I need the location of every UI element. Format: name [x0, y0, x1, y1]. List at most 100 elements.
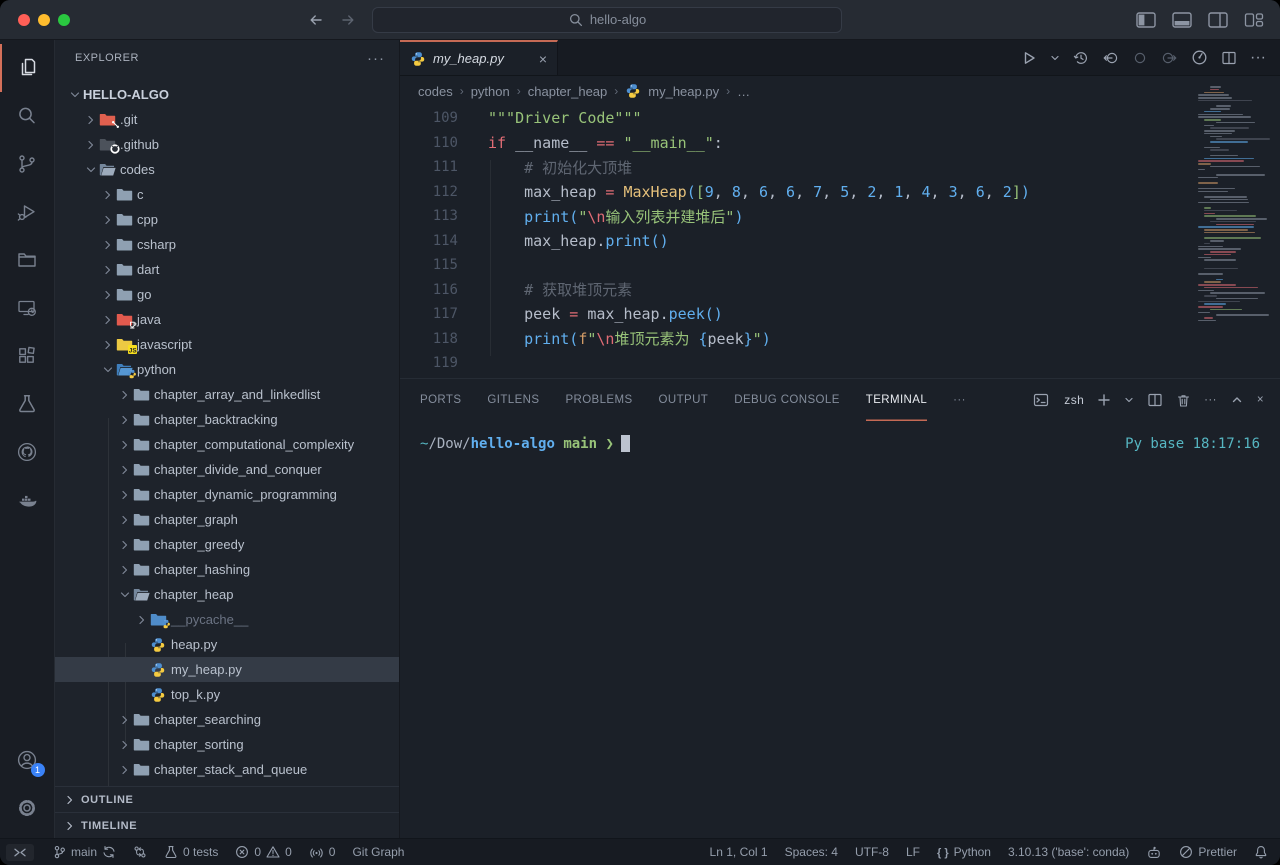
- tree-item-javascript[interactable]: JSjavascript: [55, 332, 399, 357]
- tree-item-python[interactable]: python: [55, 357, 399, 382]
- status-eol[interactable]: LF: [906, 845, 920, 859]
- status-git-graph[interactable]: Git Graph: [352, 845, 404, 859]
- toggle-panel-icon[interactable]: [1172, 12, 1192, 28]
- activity-item-extensions[interactable]: [0, 332, 55, 380]
- panel-tab-terminal[interactable]: TERMINAL: [866, 379, 927, 421]
- panel-tab-debug-console[interactable]: DEBUG CONSOLE: [734, 379, 840, 421]
- new-terminal-icon[interactable]: [1097, 393, 1111, 407]
- forward-icon[interactable]: [340, 12, 356, 28]
- tree-item-chapter_hashing[interactable]: chapter_hashing: [55, 557, 399, 582]
- status-python-interpreter[interactable]: 3.10.13 ('base': conda): [1008, 845, 1129, 859]
- breadcrumb-item[interactable]: codes: [418, 84, 453, 99]
- breadcrumb-item[interactable]: my_heap.py: [648, 84, 719, 99]
- activity-item-run-debug[interactable]: [0, 188, 55, 236]
- shell-label[interactable]: zsh: [1064, 393, 1084, 407]
- status-remote-indicator[interactable]: [6, 844, 34, 861]
- split-terminal-icon[interactable]: [1147, 392, 1163, 408]
- commit-graph-icon[interactable]: [1191, 49, 1208, 66]
- tree-item-chapter_sorting[interactable]: chapter_sorting: [55, 732, 399, 757]
- status-notifications[interactable]: [1254, 845, 1268, 859]
- run-python-file-icon[interactable]: [1021, 50, 1037, 66]
- tree-item-dart[interactable]: dart: [55, 257, 399, 282]
- tree-item-chapter_searching[interactable]: chapter_searching: [55, 707, 399, 732]
- explorer-more-actions-icon[interactable]: ···: [367, 50, 385, 67]
- terminal-profile-dropdown-icon[interactable]: [1124, 395, 1134, 405]
- breadcrumb-item[interactable]: python: [471, 84, 510, 99]
- breadcrumb-item[interactable]: …: [737, 84, 750, 99]
- change-icon[interactable]: [1132, 50, 1148, 66]
- more-actions-icon[interactable]: ···: [1250, 49, 1266, 67]
- status-language-mode[interactable]: { }Python: [937, 845, 991, 859]
- close-panel-icon[interactable]: ×: [1257, 394, 1264, 406]
- activity-item-search[interactable]: [0, 92, 55, 140]
- tree-item-chapter_dynamic_programming[interactable]: chapter_dynamic_programming: [55, 482, 399, 507]
- panel-tab-ports[interactable]: PORTS: [420, 379, 461, 421]
- outline-section[interactable]: OUTLINE: [55, 786, 399, 812]
- panel-more-actions-icon[interactable]: ···: [1204, 394, 1217, 406]
- panel-tab-problems[interactable]: PROBLEMS: [565, 379, 632, 421]
- tree-item-c[interactable]: c: [55, 182, 399, 207]
- tab-my-heap[interactable]: my_heap.py ×: [400, 40, 558, 75]
- run-dropdown-icon[interactable]: [1050, 53, 1060, 63]
- status-prettier[interactable]: Prettier: [1179, 845, 1237, 859]
- status-problems[interactable]: 00: [235, 845, 291, 859]
- command-center-search[interactable]: hello-algo: [372, 7, 842, 33]
- activity-item-source-control[interactable]: [0, 140, 55, 188]
- tab-close-icon[interactable]: ×: [539, 51, 547, 67]
- tree-item-chapter_array_and_linkedlist[interactable]: chapter_array_and_linkedlist: [55, 382, 399, 407]
- code-editor[interactable]: 109"""Driver Code"""110if __name__ == "_…: [400, 106, 1280, 378]
- split-editor-icon[interactable]: [1221, 50, 1237, 66]
- status-encoding[interactable]: UTF-8: [855, 845, 889, 859]
- panel-tab-gitlens[interactable]: GITLENS: [487, 379, 539, 421]
- terminal[interactable]: ~/Dow/hello-algo main ❯ Py base 18:17:16: [400, 421, 1280, 838]
- status-indentation[interactable]: Spaces: 4: [785, 845, 838, 859]
- panel-more-tabs-icon[interactable]: ···: [953, 379, 966, 421]
- kill-terminal-icon[interactable]: [1176, 393, 1191, 408]
- maximize-panel-icon[interactable]: [1230, 393, 1244, 407]
- tree-item-chapter_heap[interactable]: chapter_heap: [55, 582, 399, 607]
- status-ports[interactable]: 0: [309, 845, 336, 859]
- status-copilot[interactable]: [1146, 846, 1162, 859]
- tree-item-.github[interactable]: .github: [55, 132, 399, 157]
- timeline-history-icon[interactable]: [1073, 50, 1089, 66]
- next-change-icon[interactable]: [1161, 50, 1178, 66]
- status-compare[interactable]: [133, 845, 147, 859]
- tree-item-java[interactable]: java: [55, 307, 399, 332]
- prev-change-icon[interactable]: [1102, 50, 1119, 66]
- tree-item-go[interactable]: go: [55, 282, 399, 307]
- tree-item-__pycache__[interactable]: __pycache__: [55, 607, 399, 632]
- tree-item-codes[interactable]: codes: [55, 157, 399, 182]
- activity-item-explorer[interactable]: [0, 44, 55, 92]
- tree-item-cpp[interactable]: cpp: [55, 207, 399, 232]
- toggle-sidebar-icon[interactable]: [1136, 12, 1156, 28]
- timeline-section[interactable]: TIMELINE: [55, 812, 399, 838]
- tree-item-top_k.py[interactable]: top_k.py: [55, 682, 399, 707]
- tree-item-.git[interactable]: .git: [55, 107, 399, 132]
- close-window-button[interactable]: [18, 14, 30, 26]
- activity-item-accounts[interactable]: 1: [0, 736, 55, 784]
- activity-item-settings[interactable]: [0, 784, 55, 832]
- tree-item-chapter_computational_complexity[interactable]: chapter_computational_complexity: [55, 432, 399, 457]
- tree-item-heap.py[interactable]: heap.py: [55, 632, 399, 657]
- tree-item-chapter_backtracking[interactable]: chapter_backtracking: [55, 407, 399, 432]
- activity-item-remote-explorer[interactable]: [0, 284, 55, 332]
- toggle-secondary-sidebar-icon[interactable]: [1208, 12, 1228, 28]
- tree-item-chapter_graph[interactable]: chapter_graph: [55, 507, 399, 532]
- tree-item-my_heap.py[interactable]: my_heap.py: [55, 657, 399, 682]
- activity-item-docker[interactable]: [0, 476, 55, 524]
- back-icon[interactable]: [308, 12, 324, 28]
- minimap[interactable]: [1198, 86, 1270, 328]
- minimize-window-button[interactable]: [38, 14, 50, 26]
- tree-item-chapter_stack_and_queue[interactable]: chapter_stack_and_queue: [55, 757, 399, 782]
- activity-item-github[interactable]: [0, 428, 55, 476]
- tree-item-chapter_greedy[interactable]: chapter_greedy: [55, 532, 399, 557]
- activity-item-testing[interactable]: [0, 380, 55, 428]
- breadcrumb-item[interactable]: chapter_heap: [528, 84, 608, 99]
- tree-item-chapter_divide_and_conquer[interactable]: chapter_divide_and_conquer: [55, 457, 399, 482]
- activity-item-folder-explorer[interactable]: [0, 236, 55, 284]
- status-branch[interactable]: main: [53, 845, 116, 859]
- tree-item-HELLO-ALGO[interactable]: HELLO-ALGO: [55, 82, 399, 107]
- zoom-window-button[interactable]: [58, 14, 70, 26]
- status-tests[interactable]: 0 tests: [164, 845, 218, 859]
- tree-item-csharp[interactable]: csharp: [55, 232, 399, 257]
